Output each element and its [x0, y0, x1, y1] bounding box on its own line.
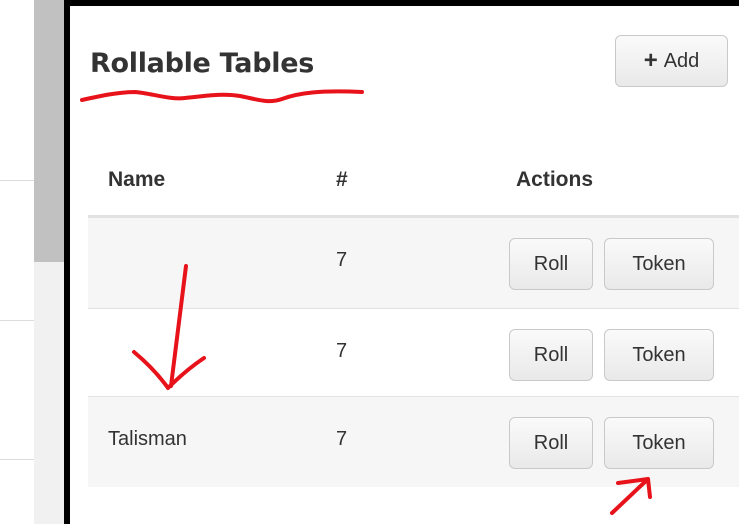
- row-count: 7: [336, 249, 348, 271]
- table-row: Talisman 7 Roll Token: [88, 397, 739, 487]
- token-button[interactable]: Token: [604, 238, 714, 290]
- scrollbar[interactable]: [34, 0, 64, 524]
- roll-button[interactable]: Roll: [509, 417, 593, 469]
- add-button[interactable]: + Add: [615, 35, 728, 87]
- token-button[interactable]: Token: [604, 329, 714, 381]
- left-panel-divider: [0, 459, 34, 460]
- column-header-count: #: [336, 168, 348, 191]
- left-panel-divider: [0, 320, 34, 321]
- row-count: 7: [336, 428, 348, 450]
- roll-button[interactable]: Roll: [509, 329, 593, 381]
- roll-button[interactable]: Roll: [509, 238, 593, 290]
- token-button[interactable]: Token: [604, 417, 714, 469]
- rollable-tables-panel: Rollable Tables + Add Name # Actions 7 R…: [70, 6, 739, 524]
- scrollbar-thumb[interactable]: [34, 0, 64, 262]
- row-count: 7: [336, 340, 348, 362]
- left-panel-divider: [0, 180, 34, 181]
- column-header-actions: Actions: [516, 168, 594, 191]
- add-button-label: Add: [663, 49, 700, 72]
- column-header-name: Name: [108, 168, 166, 191]
- left-panel: [0, 0, 34, 524]
- table-row: 7 Roll Token: [88, 309, 739, 399]
- row-name: Talisman: [108, 428, 187, 450]
- page-title: Rollable Tables: [90, 48, 314, 79]
- plus-icon: +: [643, 47, 658, 74]
- table-row: 7 Roll Token: [88, 218, 739, 308]
